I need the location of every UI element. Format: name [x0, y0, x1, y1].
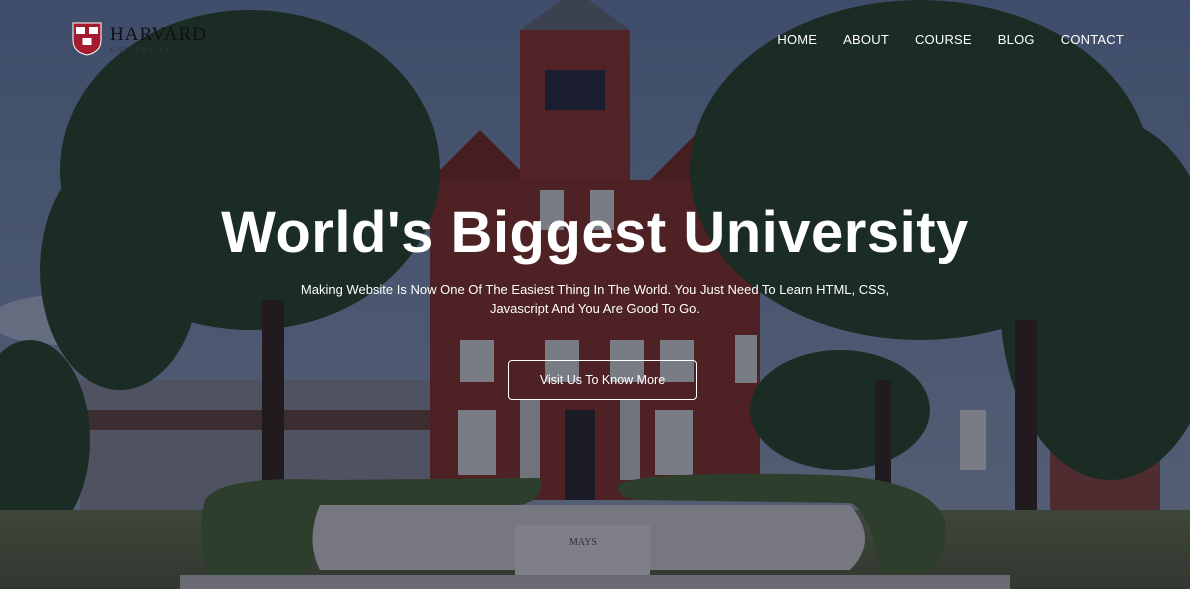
nav-item-blog[interactable]: BLOG [998, 32, 1035, 47]
nav-item-contact[interactable]: CONTACT [1061, 32, 1124, 47]
top-navigation: HARVARD UNIVERSITY HOME ABOUT COURSE BLO… [0, 0, 1190, 80]
nav-item-course[interactable]: COURSE [915, 32, 972, 47]
logo-subtitle: UNIVERSITY [110, 45, 172, 54]
nav-item-about[interactable]: ABOUT [843, 32, 889, 47]
nav-item-home[interactable]: HOME [777, 32, 817, 47]
nav-links: HOME ABOUT COURSE BLOG CONTACT [777, 32, 1124, 47]
hero-subtitle: Making Website Is Now One Of The Easiest… [300, 282, 890, 316]
hero-title: World's Biggest University [221, 200, 969, 265]
logo-wordmark: HARVARD UNIVERSITY [110, 25, 207, 54]
hero-text-box: World's Biggest University Making Websit… [0, 198, 1190, 318]
harvard-logo[interactable]: HARVARD UNIVERSITY [72, 22, 207, 56]
visit-us-button[interactable]: Visit Us To Know More [508, 360, 697, 400]
hero-section: MAYS HARVARD UNIVERSITY HOME ABOUT COURS… [0, 0, 1190, 589]
harvard-shield-icon [72, 22, 102, 56]
logo-name: HARVARD [110, 23, 207, 45]
